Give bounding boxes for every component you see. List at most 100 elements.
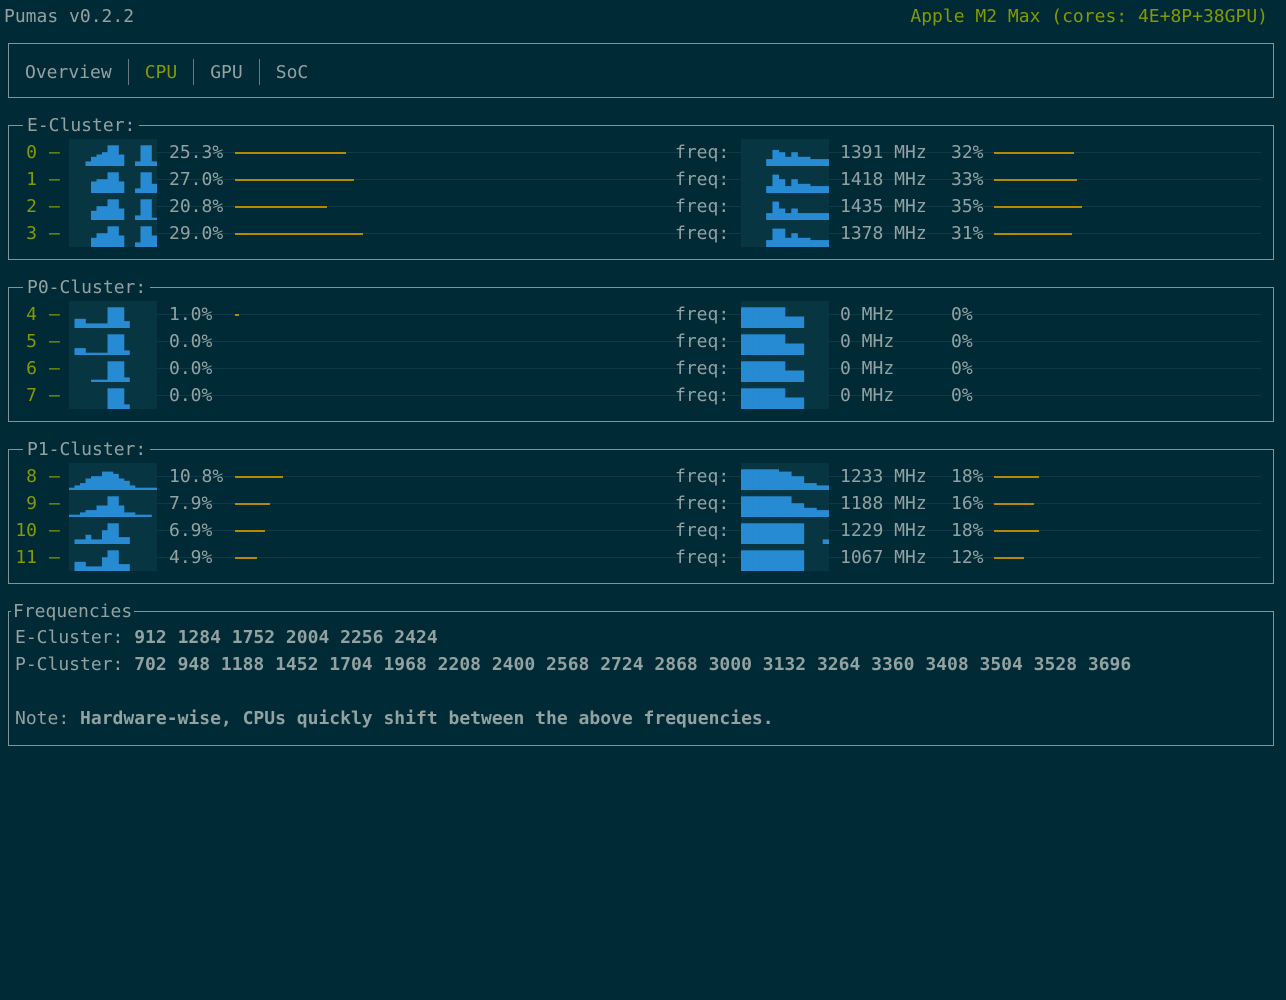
sparkline-bar — [118, 181, 125, 193]
sparkline-bar — [118, 208, 125, 220]
sparkline-bar — [146, 145, 152, 166]
sparkline-bar — [785, 496, 792, 517]
usage-bar — [235, 503, 270, 505]
usage-percent: 29.0% — [169, 223, 224, 244]
freq-history-graph — [741, 166, 829, 193]
sparkline-bar — [772, 228, 780, 247]
usage-percent: 0.0% — [169, 331, 213, 352]
sparkline-bar — [803, 156, 811, 166]
sparkline-bar — [753, 469, 761, 490]
freq-label: freq: — [675, 385, 730, 406]
sparkline-bar — [80, 561, 86, 571]
sparkline-bar — [102, 233, 108, 247]
tab-cpu[interactable]: CPU — [145, 62, 178, 83]
sparkline-graph — [741, 469, 829, 490]
usage-history-graph — [69, 193, 157, 220]
sparkline-bar — [741, 388, 748, 409]
frequency-mhz: 1435 MHz — [840, 196, 927, 217]
sparkline-bar — [140, 226, 147, 247]
freq-history-graph — [741, 301, 829, 328]
sparkline-bar — [766, 550, 773, 571]
core-id: 5 — [26, 331, 37, 352]
sparkline-bar — [124, 537, 130, 544]
freq-label: freq: — [675, 493, 730, 514]
sparkline-bar — [107, 172, 114, 193]
tab-overview[interactable]: Overview — [25, 62, 112, 83]
freq-label: freq: — [675, 358, 730, 379]
sparkline-bar — [118, 478, 125, 490]
sparkline-bar — [772, 174, 780, 193]
core-row: 11 — 4.9% freq: 1067 MHz 12% — [9, 544, 1273, 571]
sparkline-bar — [113, 145, 119, 166]
frequency-mhz: 0 MHz — [840, 304, 895, 325]
freq-label: freq: — [675, 196, 730, 217]
core-dash: — — [49, 142, 60, 163]
sparkline-bar — [816, 510, 824, 517]
sparkline-graph — [741, 388, 805, 409]
sparkline-bar — [778, 471, 786, 490]
freq-label: freq: — [675, 223, 730, 244]
core-dash: — — [49, 547, 60, 568]
sparkline-bar — [797, 213, 805, 220]
sparkline-bar — [741, 523, 748, 544]
sparkline-bar — [803, 483, 811, 490]
sparkline-bar — [96, 179, 103, 193]
p-cluster-freq-label: P-Cluster: — [15, 654, 124, 675]
sparkline-bar — [124, 480, 130, 490]
sparkline-bar — [766, 213, 773, 220]
sparkline-bar — [778, 179, 786, 193]
sparkline-bar — [741, 496, 748, 517]
sparkline-bar — [102, 505, 108, 517]
sparkline-bar — [785, 370, 792, 382]
sparkline-bar — [85, 510, 92, 517]
sparkline-bar — [107, 361, 114, 382]
sparkline-bar — [778, 208, 786, 220]
sparkline-bar — [759, 523, 767, 544]
row-guide-line — [69, 395, 1261, 396]
sparkline-bar — [797, 316, 805, 328]
sparkline-bar — [118, 564, 125, 571]
tab-soc[interactable]: SoC — [276, 62, 309, 83]
sparkline-bar — [766, 307, 773, 328]
frequency-bar — [994, 206, 1082, 208]
sparkline-bar — [822, 159, 829, 166]
sparkline-bar — [741, 550, 748, 571]
frequencies-panel: Frequencies E-Cluster: 912 1284 1752 200… — [8, 601, 1274, 746]
sparkline-graph — [107, 388, 130, 409]
tab-list: Overview CPU GPU SoC — [25, 59, 308, 85]
sparkline-bar — [151, 235, 157, 247]
sparkline-bar — [102, 557, 108, 571]
frequency-bar — [994, 476, 1039, 478]
cluster-title: P0-Cluster: — [23, 277, 151, 298]
sparkline-bar — [797, 397, 805, 409]
sparkline-bar — [80, 348, 86, 355]
sparkline-bar — [753, 307, 761, 328]
p-cluster-freq-values: 702 948 1188 1452 1704 1968 2208 2400 25… — [134, 654, 1132, 675]
sparkline-bar — [107, 550, 114, 571]
sparkline-bar — [85, 534, 92, 544]
usage-bar — [235, 314, 240, 316]
frequency-mhz: 0 MHz — [840, 358, 895, 379]
sparkline-bar — [791, 503, 798, 517]
frequency-bar — [994, 557, 1024, 559]
frequency-percent: 32% — [951, 142, 984, 163]
sparkline-bar — [747, 469, 754, 490]
freq-label: freq: — [675, 466, 730, 487]
sparkline-graph — [741, 361, 805, 382]
tab-gpu[interactable]: GPU — [210, 62, 243, 83]
sparkline-bar — [810, 186, 817, 193]
sparkline-bar — [759, 469, 767, 490]
core-id: 6 — [26, 358, 37, 379]
sparkline-bar — [791, 233, 798, 247]
core-id: 9 — [26, 493, 37, 514]
sparkline-graph — [91, 199, 157, 220]
sparkline-graph — [91, 361, 130, 382]
usage-percent: 0.0% — [169, 385, 213, 406]
sparkline-bar — [810, 159, 817, 166]
sparkline-bar — [797, 370, 805, 382]
freq-history-graph — [741, 139, 829, 166]
frequency-percent: 16% — [951, 493, 984, 514]
sparkline-graph — [741, 523, 829, 544]
sparkline-bar — [96, 476, 103, 490]
usage-bar — [235, 530, 266, 532]
